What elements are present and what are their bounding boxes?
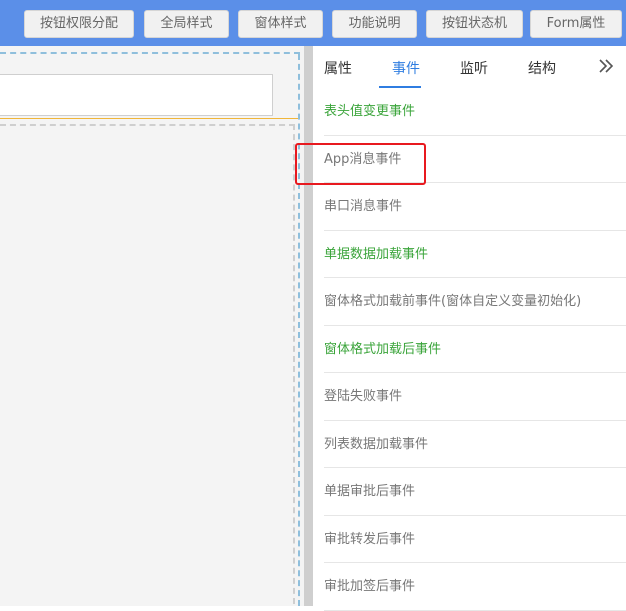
event-item-list-data-load[interactable]: 列表数据加载事件 [324, 421, 626, 468]
tab-listeners[interactable]: 监听 [460, 58, 488, 78]
event-item-form-format-before-load[interactable]: 窗体格式加载前事件(窗体自定义变量初始化) [324, 278, 626, 326]
form-style-button[interactable]: 窗体样式 [238, 10, 323, 38]
event-item-document-data-load[interactable]: 单据数据加载事件 [324, 231, 626, 278]
design-canvas[interactable] [0, 46, 313, 606]
event-item-form-format-after-load[interactable]: 窗体格式加载后事件 [324, 326, 626, 373]
event-item-header-value-change[interactable]: 表头值变更事件 [324, 88, 626, 136]
property-panel: 属性 事件 监听 结构 表头值变更事件 App消息事件 串口消息事件 单据数据加… [313, 46, 626, 611]
event-item-after-approval-countersign[interactable]: 审批加签后事件 [324, 563, 626, 611]
event-item-after-approval[interactable]: 单据审批后事件 [324, 468, 626, 516]
event-item-login-failure[interactable]: 登陆失败事件 [324, 373, 626, 421]
event-item-serial-port-message[interactable]: 串口消息事件 [324, 183, 626, 231]
form-properties-button[interactable]: Form属性 [530, 10, 622, 38]
canvas-divider [0, 118, 298, 119]
tab-events[interactable]: 事件 [392, 58, 420, 78]
canvas-container-area[interactable] [0, 124, 295, 604]
top-toolbar: 按钮权限分配 全局样式 窗体样式 功能说明 按钮状态机 Form属性 [0, 0, 626, 46]
double-chevron-right-icon[interactable] [597, 57, 615, 75]
tab-properties[interactable]: 属性 [324, 58, 352, 78]
canvas-top-border [0, 52, 300, 54]
highlight-annotation-box [295, 143, 426, 185]
global-style-button[interactable]: 全局样式 [144, 10, 229, 38]
canvas-right-border [298, 54, 300, 606]
button-state-machine-button[interactable]: 按钮状态机 [426, 10, 523, 38]
canvas-field-box[interactable] [0, 74, 273, 116]
tab-structure[interactable]: 结构 [528, 58, 556, 78]
event-item-after-approval-forward[interactable]: 审批转发后事件 [324, 516, 626, 563]
panel-splitter[interactable] [304, 46, 313, 606]
function-description-button[interactable]: 功能说明 [332, 10, 417, 38]
button-permission-assign-button[interactable]: 按钮权限分配 [24, 10, 134, 38]
panel-tabs: 属性 事件 监听 结构 [313, 46, 626, 88]
